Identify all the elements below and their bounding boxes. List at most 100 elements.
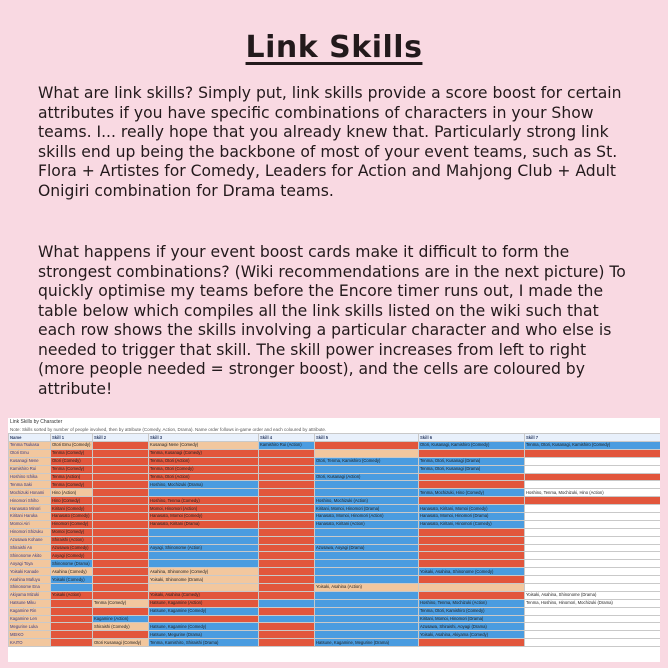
skill-cell: Hoshino, Mochizuki (Action) <box>314 496 419 506</box>
skill-cell <box>92 464 149 474</box>
skill-cell: Hinomori (Comedy) <box>50 519 93 529</box>
skill-cell: Otori Kusanagi (Comedy) <box>92 638 149 648</box>
skill-cell: Tenma (Comedy) <box>92 598 149 608</box>
skill-cell <box>314 527 419 537</box>
table-row: Yoisaki Kanade Asahina (Comedy) Asahina, S… <box>8 567 660 577</box>
skill-cell <box>258 512 315 521</box>
skill-cell: Kiritani, Momoi, Hinomori (Drama) <box>314 504 419 514</box>
skill-cell: Hino (Action) <box>50 488 93 498</box>
skill-cell: Yoisaki, Asahina (Comedy) <box>148 590 259 600</box>
skill-cell: Otori Emu (Comedy) <box>50 441 93 450</box>
table-row: Tenma Saki Tenma (Comedy) Hoshino, Mochizu… <box>8 480 660 490</box>
skill-cell <box>524 622 660 632</box>
column-header: Skill 3 <box>148 433 259 442</box>
skill-cell: Hanasato, Kiritani (Action) <box>314 519 419 529</box>
skill-cell <box>258 519 315 529</box>
skill-cell <box>258 551 315 561</box>
link-skills-spreadsheet: Link Skills by Character Note: Skills so… <box>8 418 660 662</box>
table-row: Mochizuki Honami Hino (Action) Tenma, Moch… <box>8 488 660 498</box>
skill-cell: Hanasato, Kiritani, Momoi (Comedy) <box>418 504 525 514</box>
skill-cell <box>418 543 525 553</box>
skill-cell <box>418 583 525 592</box>
table-row: KAITO Otori Kusanagi (Comedy) Tenma, Kamis… <box>8 638 660 648</box>
skill-cell <box>50 630 93 640</box>
skill-cell <box>148 527 259 537</box>
skill-cell <box>92 472 149 482</box>
skill-cell <box>258 622 315 632</box>
skill-cell <box>148 488 259 498</box>
skill-cell <box>258 535 315 545</box>
skill-cell: Tenma, Otori (Action) <box>148 456 259 466</box>
skill-cell: Aoyagi (Comedy) <box>50 551 93 561</box>
explanation-paragraph: What happens if your event boost cards m… <box>38 243 626 398</box>
skill-cell: Hanasato (Comedy) <box>50 512 93 521</box>
skill-cell: Tenma, Mochizuki, Hino (Comedy) <box>418 488 525 498</box>
table-row: Kagamine Len Kagamine (Action) Kiritani, M… <box>8 614 660 624</box>
table-row: Aoyagi Toya Shinonome (Drama) <box>8 559 660 569</box>
character-name-cell: Otori Emu <box>8 448 51 458</box>
skill-cell <box>418 480 525 490</box>
skill-cell <box>258 488 315 498</box>
skill-cell <box>524 519 660 529</box>
skill-cell: Yoisaki, Asahina, Shinonome (Drama) <box>524 590 660 600</box>
skill-cell <box>92 583 149 592</box>
skill-cell <box>418 590 525 600</box>
skill-cell: Kiritani, Momoi, Hinomori (Drama) <box>418 614 525 624</box>
skill-cell <box>258 472 315 482</box>
skill-cell: Otori, Tenma, Kamishiro (Comedy) <box>314 456 419 466</box>
character-name-cell: Hoshino Ichika <box>8 472 51 482</box>
skill-cell <box>418 535 525 545</box>
table-row: Megurine Luka Shiraishi (Comedy) Hatsune, … <box>8 622 660 632</box>
skill-cell: Hanasato, Kiritani (Drama) <box>148 519 259 529</box>
skill-cell <box>92 590 149 600</box>
skill-cell <box>314 488 419 498</box>
table-row: Hoshino Ichika Tenma (Action) Tenma, Otori… <box>8 472 660 482</box>
skill-cell <box>258 614 315 624</box>
column-header: Skill 6 <box>418 433 525 442</box>
skill-cell: Yoisaki, Asahina, Shinonome (Comedy) <box>418 567 525 577</box>
character-name-cell: Aoyagi Toya <box>8 559 51 569</box>
character-name-cell: MEIKO <box>8 630 51 640</box>
skill-cell <box>314 567 419 577</box>
skill-cell <box>258 606 315 616</box>
skill-cell <box>314 622 419 632</box>
skill-cell <box>418 472 525 482</box>
skill-cell: Hatsune, Kagamine (Comedy) <box>148 606 259 616</box>
table-row: MEIKO Hatsune, Megurine (Drama) Yoisaki, A… <box>8 630 660 640</box>
skill-cell <box>92 504 149 514</box>
sheet-title: Link Skills by Character <box>10 419 63 425</box>
skill-cell: Kiritani (Comedy) <box>50 504 93 514</box>
character-name-cell: Kagamine Rin <box>8 606 51 616</box>
character-name-cell: Mochizuki Honami <box>8 488 51 498</box>
skill-cell <box>418 575 525 585</box>
skill-cell <box>258 448 315 458</box>
skill-cell <box>314 441 419 450</box>
character-name-cell: Shinonome Ena <box>8 583 51 592</box>
skill-cell <box>418 551 525 561</box>
character-name-cell: Tenma Tsukasa <box>8 441 51 450</box>
skill-cell: Hatsune, Megurine (Drama) <box>148 630 259 640</box>
skill-cell <box>314 630 419 640</box>
sheet-note: Note: Skills sorted by number of people … <box>10 427 327 432</box>
skill-cell <box>92 496 149 506</box>
skill-cell <box>418 527 525 537</box>
skill-cell <box>524 496 660 506</box>
skill-cell <box>258 598 315 608</box>
skill-cell: Otori, Kusanagi, Kamishiro (Comedy) <box>418 441 525 450</box>
skill-cell <box>258 638 315 648</box>
character-name-cell: Hinomori Shiho <box>8 496 51 506</box>
character-name-cell: Azusawa Kohane <box>8 535 51 545</box>
skill-cell: Kagamine (Action) <box>92 614 149 624</box>
skill-cell: Hoshino, Tenma (Comedy) <box>148 496 259 506</box>
skill-cell: Hatsune, Kagamine (Comedy) <box>148 622 259 632</box>
skill-cell <box>258 464 315 474</box>
character-name-cell: Momoi Airi <box>8 519 51 529</box>
table-row: Kamishiro Rui Tenma (Comedy) Tenma, Otori … <box>8 464 660 474</box>
skill-cell <box>524 551 660 561</box>
skill-cell <box>524 512 660 521</box>
skill-cell <box>92 535 149 545</box>
skill-cell: Tenma (Comedy) <box>50 464 93 474</box>
skill-cell: Otori (Comedy) <box>50 456 93 466</box>
skill-cell <box>92 575 149 585</box>
skill-cell: Tenma, Otori (Action) <box>148 472 259 482</box>
